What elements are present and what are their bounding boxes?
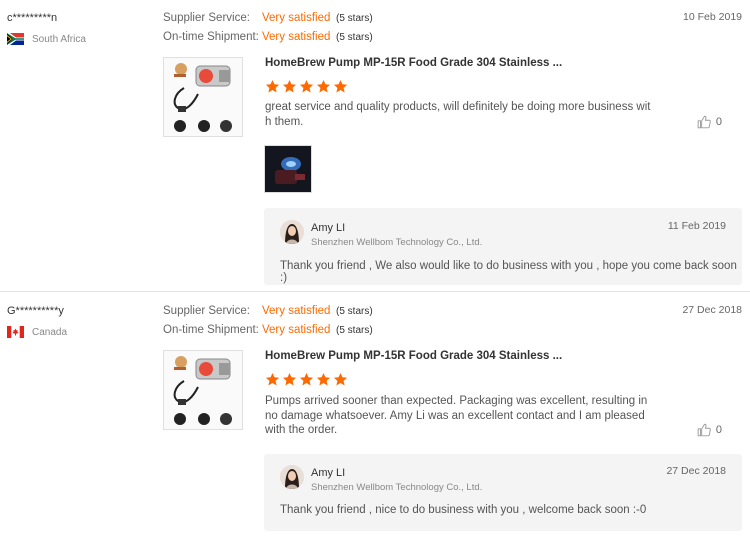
reply-date: 27 Dec 2018: [666, 465, 726, 477]
avatar: [280, 220, 304, 244]
like-count: 0: [715, 116, 722, 128]
seller-reply: Amy LI Shenzhen Wellbom Technology Co., …: [264, 454, 742, 531]
supplier-service-rating: Supplier Service: Very satisfied (5 star…: [163, 305, 373, 317]
star-icon: [299, 79, 314, 93]
reply-author-name: Amy LI: [311, 467, 346, 479]
star-icon: [316, 79, 331, 93]
review-date: 10 Feb 2019: [683, 11, 742, 23]
reply-company: Shenzhen Wellbom Technology Co., Ltd.: [311, 482, 483, 493]
star-icon: [282, 372, 297, 386]
review-divider: [0, 291, 750, 292]
star-icon: [265, 372, 280, 386]
buyer-name: G**********y: [7, 305, 64, 317]
buyer-country: Canada: [7, 326, 67, 338]
star-icon: [299, 372, 314, 386]
shipment-rating: On-time Shipment: Very satisfied (5 star…: [163, 31, 373, 43]
product-title-link[interactable]: HomeBrew Pump MP-15R Food Grade 304 Stai…: [265, 350, 562, 362]
avatar: [280, 465, 304, 489]
star-icon: [316, 372, 331, 386]
like-button[interactable]: 0: [697, 115, 722, 129]
south-africa-flag-icon: [7, 33, 24, 45]
review-text: great service and quality products, will…: [265, 101, 651, 128]
reply-company: Shenzhen Wellbom Technology Co., Ltd.: [311, 237, 483, 248]
review-item: c*********n South Africa Supplier Servic…: [0, 0, 750, 291]
review-date: 27 Dec 2018: [682, 304, 742, 316]
review-photo[interactable]: [264, 145, 312, 193]
buyer-name: c*********n: [7, 12, 58, 24]
rating-stars: [265, 372, 348, 387]
star-icon: [333, 372, 348, 386]
star-icon: [333, 79, 348, 93]
thumbs-up-icon: [697, 115, 711, 129]
reply-text: Thank you friend , We also would like to…: [280, 260, 737, 284]
canada-flag-icon: [7, 326, 24, 338]
product-title-link[interactable]: HomeBrew Pump MP-15R Food Grade 304 Stai…: [265, 57, 562, 69]
reply-date: 11 Feb 2019: [667, 220, 726, 232]
product-thumbnail[interactable]: [163, 350, 243, 430]
reply-text: Thank you friend , nice to do business w…: [280, 504, 647, 516]
review-item: G**********y Canada Supplier Service: Ve…: [0, 293, 750, 539]
like-button[interactable]: 0: [697, 423, 722, 437]
supplier-service-rating: Supplier Service: Very satisfied (5 star…: [163, 12, 373, 24]
seller-reply: Amy LI Shenzhen Wellbom Technology Co., …: [264, 208, 742, 285]
thumbs-up-icon: [697, 423, 711, 437]
reply-author-name: Amy LI: [311, 222, 346, 234]
star-icon: [265, 79, 280, 93]
product-thumbnail[interactable]: [163, 57, 243, 137]
rating-stars: [265, 79, 348, 94]
like-count: 0: [715, 424, 722, 436]
shipment-rating: On-time Shipment: Very satisfied (5 star…: [163, 324, 373, 336]
review-text: Pumps arrived sooner than expected. Pack…: [265, 395, 648, 436]
buyer-country: South Africa: [7, 33, 86, 45]
star-icon: [282, 79, 297, 93]
